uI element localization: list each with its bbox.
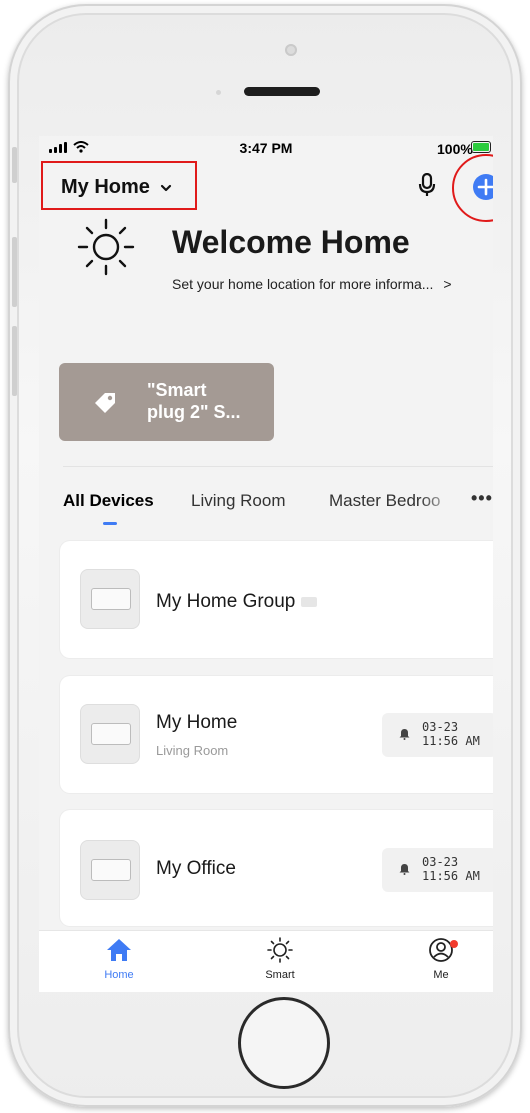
bell-icon — [399, 864, 410, 875]
home-icon — [107, 939, 131, 961]
tabs-fade — [419, 488, 459, 518]
device-icon — [80, 840, 140, 900]
device-icon — [80, 569, 140, 629]
notification-dot — [450, 940, 458, 948]
active-tab-indicator — [103, 522, 117, 525]
tab-living-room[interactable]: Living Room — [191, 491, 286, 511]
scene-card[interactable]: "Smart plug 2" S... — [59, 363, 274, 441]
bell-icon — [399, 729, 410, 740]
mute-switch — [12, 147, 17, 183]
device-card[interactable]: My Home Group — [60, 541, 493, 658]
home-selector-label: My Home — [61, 176, 150, 198]
microphone-icon[interactable] — [417, 173, 437, 197]
device-name: My Home Group — [156, 591, 318, 613]
tab-all-devices[interactable]: All Devices — [63, 491, 154, 511]
device-room: Living Room — [156, 743, 229, 758]
device-timestamp: 03-23 11:56 AM — [382, 713, 493, 757]
location-prompt-text: Set your home location for more informa.… — [172, 276, 434, 292]
device-icon — [80, 704, 140, 764]
nav-home-label: Home — [104, 969, 134, 981]
volume-down-button — [12, 326, 17, 396]
sun-icon — [267, 937, 293, 963]
earpiece-speaker — [244, 87, 320, 96]
sun-icon — [77, 218, 135, 276]
chevron-right-icon: > — [443, 276, 452, 292]
home-hardware-button[interactable] — [238, 997, 330, 1089]
device-card[interactable]: My Office 03-23 11:56 AM — [60, 810, 493, 926]
status-time: 3:47 PM — [239, 140, 293, 156]
chevron-down-icon — [161, 184, 172, 191]
nav-smart[interactable]: Smart — [240, 937, 320, 981]
more-tabs-button[interactable]: ••• — [471, 488, 493, 509]
scene-label: "Smart plug 2" S... — [147, 380, 241, 422]
home-selector[interactable]: My Home — [41, 161, 197, 210]
nav-home[interactable]: Home — [79, 937, 159, 981]
location-prompt[interactable]: Set your home location for more informa.… — [172, 276, 482, 292]
device-name: My Home — [156, 712, 238, 733]
add-device-button[interactable] — [473, 174, 493, 200]
nav-me[interactable]: Me — [401, 937, 481, 981]
device-card[interactable]: My Home Living Room 03-23 11:56 AM — [60, 676, 493, 793]
group-badge-icon — [301, 596, 318, 607]
plus-icon — [477, 178, 493, 196]
nav-me-label: Me — [433, 969, 449, 981]
room-tabs: All Devices Living Room Master Bedroo ••… — [39, 488, 493, 522]
device-timestamp: 03-23 11:56 AM — [382, 848, 493, 892]
welcome-title: Welcome Home — [172, 224, 410, 260]
battery-percent: 100% — [437, 141, 473, 157]
section-divider — [63, 466, 493, 467]
nav-smart-label: Smart — [265, 969, 295, 981]
tag-icon — [95, 393, 115, 413]
battery-icon — [471, 141, 491, 153]
device-name: My Office — [156, 858, 236, 879]
bottom-nav: Home Smart Me — [39, 930, 493, 992]
volume-up-button — [12, 237, 17, 307]
proximity-sensor — [216, 90, 221, 95]
status-bar: 3:47 PM 100% — [39, 136, 493, 160]
front-camera — [285, 44, 297, 56]
app-screen: 3:47 PM 100% My Home Welcome Home Set yo… — [39, 136, 493, 992]
